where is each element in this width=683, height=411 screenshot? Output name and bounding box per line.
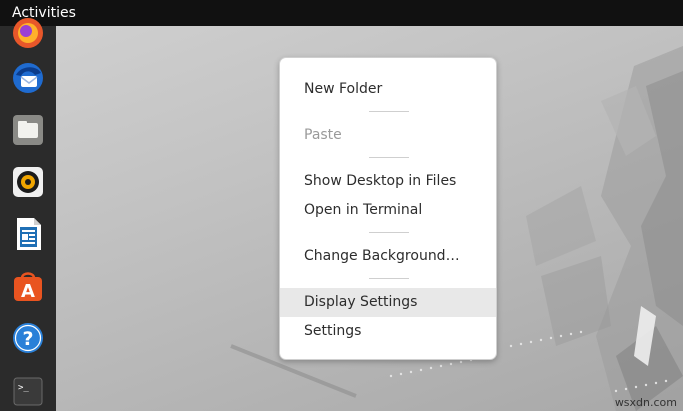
menu-item-settings[interactable]: Settings [280, 317, 496, 346]
dock-item-writer[interactable] [9, 215, 47, 253]
dock: A ? >_ [0, 18, 56, 411]
dock-item-rhythmbox[interactable] [9, 163, 47, 201]
document-icon [17, 218, 41, 250]
dock-item-thunderbird[interactable] [9, 59, 47, 97]
menu-item-display-settings[interactable]: Display Settings [280, 288, 496, 317]
menu-item-show-desktop-in-files[interactable]: Show Desktop in Files [280, 167, 496, 196]
top-bar: Activities [0, 0, 683, 26]
software-glyph: A [21, 281, 35, 302]
thunderbird-icon [13, 63, 43, 93]
speaker-icon [13, 167, 43, 197]
menu-item-new-folder[interactable]: New Folder [280, 75, 496, 104]
menu-item-change-background[interactable]: Change Background… [280, 242, 496, 271]
ubuntu-desktop-screen: Activities A ? >_ New Folder Paste Show … [0, 0, 683, 411]
menu-separator [369, 157, 409, 158]
dock-item-files[interactable] [9, 111, 47, 149]
firefox-icon [13, 18, 43, 48]
desktop-context-menu: New Folder Paste Show Desktop in Files O… [279, 57, 497, 360]
software-bag-icon: A [14, 272, 42, 302]
terminal-icon: >_ [13, 377, 43, 406]
help-glyph: ? [22, 328, 33, 350]
menu-separator [369, 111, 409, 112]
terminal-prompt: >_ [18, 383, 29, 393]
dock-item-terminal[interactable]: >_ [9, 372, 47, 410]
folder-icon [13, 115, 43, 145]
menu-item-open-in-terminal[interactable]: Open in Terminal [280, 196, 496, 225]
dock-item-help[interactable]: ? [9, 319, 47, 357]
dock-item-ubuntu-software[interactable]: A [9, 267, 47, 305]
menu-item-paste: Paste [304, 127, 342, 143]
watermark: wsxdn.com [614, 396, 677, 409]
help-icon: ? [13, 323, 43, 353]
menu-separator [369, 232, 409, 233]
dock-item-firefox[interactable] [9, 14, 47, 52]
menu-separator [369, 278, 409, 279]
